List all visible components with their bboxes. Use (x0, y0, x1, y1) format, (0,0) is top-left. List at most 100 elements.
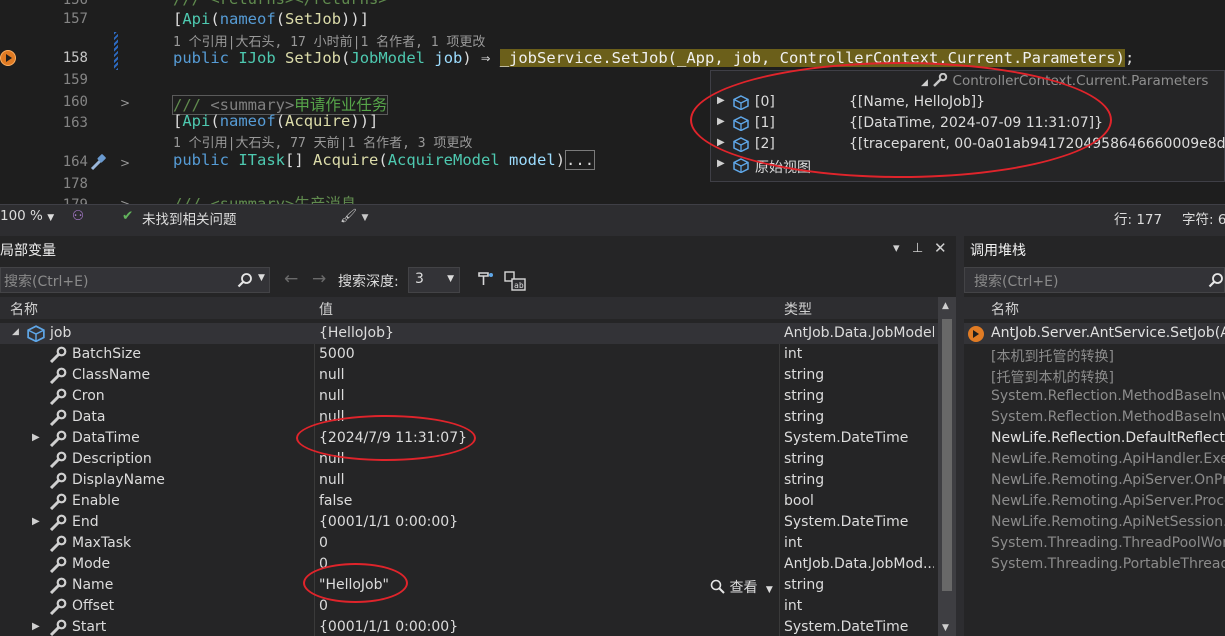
visualizer-button[interactable]: 查看 ▼ (710, 577, 773, 597)
close-icon[interactable]: ✕ (934, 239, 947, 257)
current-statement-highlight[interactable]: _jobService.SetJob(_App, job, Controller… (499, 49, 1125, 67)
locals-row[interactable]: MaxTask 0 int (0, 533, 956, 554)
fold-chevron-icon[interactable]: > (120, 156, 130, 170)
expand-triangle-icon[interactable]: ▶ (32, 621, 40, 632)
search-forward-arrow-icon[interactable]: → (312, 269, 326, 289)
variable-value[interactable]: "HelloJob" (319, 577, 389, 593)
copilot-icon[interactable]: ⚇ (72, 208, 84, 224)
object-cube-icon (733, 158, 749, 173)
column-header-name[interactable]: 名称 (10, 299, 38, 319)
locals-row[interactable]: Offset 0 int (0, 596, 956, 617)
variable-value[interactable]: {0001/1/1 0:00:00} (319, 619, 458, 635)
variable-value[interactable]: {HelloJob} (319, 325, 394, 341)
column-header-name[interactable]: 名称 (991, 299, 1019, 319)
column-header-type[interactable]: 类型 (784, 299, 812, 319)
locals-row-job[interactable]: ◢ job {HelloJob} AntJob.Data.JobModel (0, 323, 956, 344)
call-stack-frame[interactable]: NewLife.Remoting.ApiServer.OnProcess (964, 470, 1225, 491)
call-stack-frame[interactable]: System.Reflection.MethodBaseInvoker (964, 386, 1225, 407)
datatip-popup[interactable]: ◢ ControllerContext.Current.Parameters ▶… (710, 70, 1225, 182)
locals-row[interactable]: Name "HelloJob" 查看 ▼ string (0, 575, 956, 596)
locals-row[interactable]: ▶ DataTime {2024/7/9 11:31:07} System.Da… (0, 428, 956, 449)
variable-value[interactable]: null (319, 367, 345, 383)
codelens[interactable]: 1 个引用|大石头, 17 小时前|1 名作者, 1 项更改 (173, 31, 485, 50)
expand-triangle-icon[interactable]: ▶ (32, 516, 40, 527)
variable-value[interactable]: 0 (319, 598, 328, 614)
variable-value[interactable]: false (319, 493, 352, 509)
variable-value[interactable]: null (319, 388, 345, 404)
call-stack-frame[interactable]: System.Threading.PortableThreadPool (964, 554, 1225, 575)
search-options-chevron-icon[interactable]: ▼ (258, 273, 265, 283)
scrollbar-thumb[interactable] (942, 319, 952, 591)
fold-chevron-icon[interactable]: > (120, 96, 130, 110)
call-stack-frame[interactable]: [本机到托管的转换] (964, 344, 1225, 365)
call-stack-frame[interactable]: NewLife.Remoting.ApiHandler.Execute (964, 449, 1225, 470)
variable-value[interactable]: null (319, 472, 345, 488)
expanded-triangle-icon[interactable]: ◢ (921, 78, 928, 88)
column-header-value[interactable]: 值 (319, 299, 333, 319)
search-back-arrow-icon[interactable]: ← (284, 269, 298, 289)
expand-triangle-icon[interactable]: ▶ (717, 95, 725, 106)
scroll-up-icon[interactable]: ▲ (942, 301, 949, 311)
call-stack-frame[interactable]: AntJob.Server.AntService.SetJob(AntJob (964, 323, 1225, 344)
expand-triangle-icon[interactable]: ▶ (717, 137, 725, 148)
expand-triangle-icon[interactable]: ▶ (717, 116, 725, 127)
expand-triangle-icon[interactable]: ▶ (32, 432, 40, 443)
window-position-dropdown-icon[interactable]: ▾ (893, 241, 900, 256)
panel-splitter[interactable] (956, 236, 964, 636)
scroll-down-icon[interactable]: ▼ (942, 623, 949, 633)
variable-value[interactable]: null (319, 451, 345, 467)
datatip-item-raw-view[interactable]: ▶ 原始视图 (711, 155, 1225, 176)
brush-icon[interactable]: 🖌 ▼ (340, 208, 368, 224)
glyph-margin[interactable] (0, 0, 20, 204)
token: nameof (219, 10, 276, 28)
locals-row[interactable]: BatchSize 5000 int (0, 344, 956, 365)
quick-actions-brush-icon[interactable] (88, 152, 108, 172)
locals-row[interactable]: Mode 0 AntJob.Data.JobMod... (0, 554, 956, 575)
variable-value[interactable]: 5000 (319, 346, 355, 362)
variable-value[interactable]: null (319, 409, 345, 425)
datatip-item[interactable]: ▶ [0] {[Name, HelloJob]} (711, 92, 1225, 113)
call-stack-frame[interactable]: NewLife.Reflection.DefaultReflect.Invoke (964, 428, 1225, 449)
search-icon[interactable] (1208, 272, 1224, 288)
char-indicator[interactable]: 字符: 6 (1182, 208, 1225, 228)
locals-row[interactable]: Enable false bool (0, 491, 956, 512)
locals-row[interactable]: Description null string (0, 449, 956, 470)
locals-row[interactable]: Cron null string (0, 386, 956, 407)
expand-triangle-icon[interactable]: ▶ (717, 158, 725, 169)
locals-row[interactable]: DisplayName null string (0, 470, 956, 491)
datatip-item[interactable]: ▶ [1] {[DataTime, 2024-07-09 11:31:07]} (711, 113, 1225, 134)
locals-row[interactable]: Data null string (0, 407, 956, 428)
call-stack-frame[interactable]: NewLife.Remoting.ApiServer.Process (964, 491, 1225, 512)
call-stack-window[interactable]: 调用堆栈 搜索(Ctrl+E) 名称 AntJob.Server.AntServ… (964, 236, 1225, 636)
datatip-item[interactable]: ▶ [2] {[traceparent, 00-0a01ab9417204958… (711, 134, 1225, 155)
call-stack-search-input[interactable]: 搜索(Ctrl+E) (964, 267, 1225, 293)
fold-chevron-icon[interactable]: > (120, 197, 130, 204)
search-icon[interactable] (237, 272, 253, 288)
variable-value[interactable]: 0 (319, 535, 328, 551)
locals-window[interactable]: 局部变量 ▾ ⊥ ✕ 搜索(Ctrl+E) ▼ ← → 搜索深度: 3 ▼ ab… (0, 236, 956, 636)
variable-value[interactable]: 0 (319, 556, 328, 572)
locals-row[interactable]: ▶ End {0001/1/1 0:00:00} System.DateTime (0, 512, 956, 533)
codelens[interactable]: 1 个引用|大石头, 77 天前|1 名作者, 3 项更改 (173, 132, 472, 151)
call-stack-frame[interactable]: System.Threading.ThreadPoolWorkQueue (964, 533, 1225, 554)
current-statement-arrow-icon[interactable] (0, 50, 16, 66)
zoom-dropdown[interactable]: 100 % ▼ (0, 208, 54, 224)
call-stack-frame[interactable]: NewLife.Remoting.ApiNetSession.OnRe (964, 512, 1225, 533)
issues-status[interactable]: 未找到相关问题 (142, 208, 237, 228)
pin-to-source-icon[interactable] (476, 271, 496, 289)
call-stack-frame[interactable]: System.Reflection.MethodBaseInvoker (964, 407, 1225, 428)
pin-icon[interactable]: ⊥ (912, 241, 923, 256)
hex-display-icon[interactable]: ab (504, 271, 526, 291)
expanded-triangle-icon[interactable]: ◢ (12, 327, 19, 337)
locals-search-input[interactable]: 搜索(Ctrl+E) (0, 267, 270, 293)
collapsed-code-button[interactable]: ... (565, 150, 596, 170)
variable-value[interactable]: {0001/1/1 0:00:00} (319, 514, 458, 530)
call-stack-frame[interactable]: [托管到本机的转换] (964, 365, 1225, 386)
code-editor[interactable]: 156 157 158 159 160 163 164 178 179 > > … (0, 0, 1225, 204)
locals-row[interactable]: ▶ Start {0001/1/1 0:00:00} System.DateTi… (0, 617, 956, 636)
line-indicator[interactable]: 行: 177 (1114, 208, 1162, 228)
search-depth-select[interactable]: 3 ▼ (408, 267, 460, 293)
variable-value[interactable]: {2024/7/9 11:31:07} (319, 430, 467, 446)
locals-scrollbar[interactable]: ▲ ▼ (938, 297, 956, 636)
locals-row[interactable]: ClassName null string (0, 365, 956, 386)
